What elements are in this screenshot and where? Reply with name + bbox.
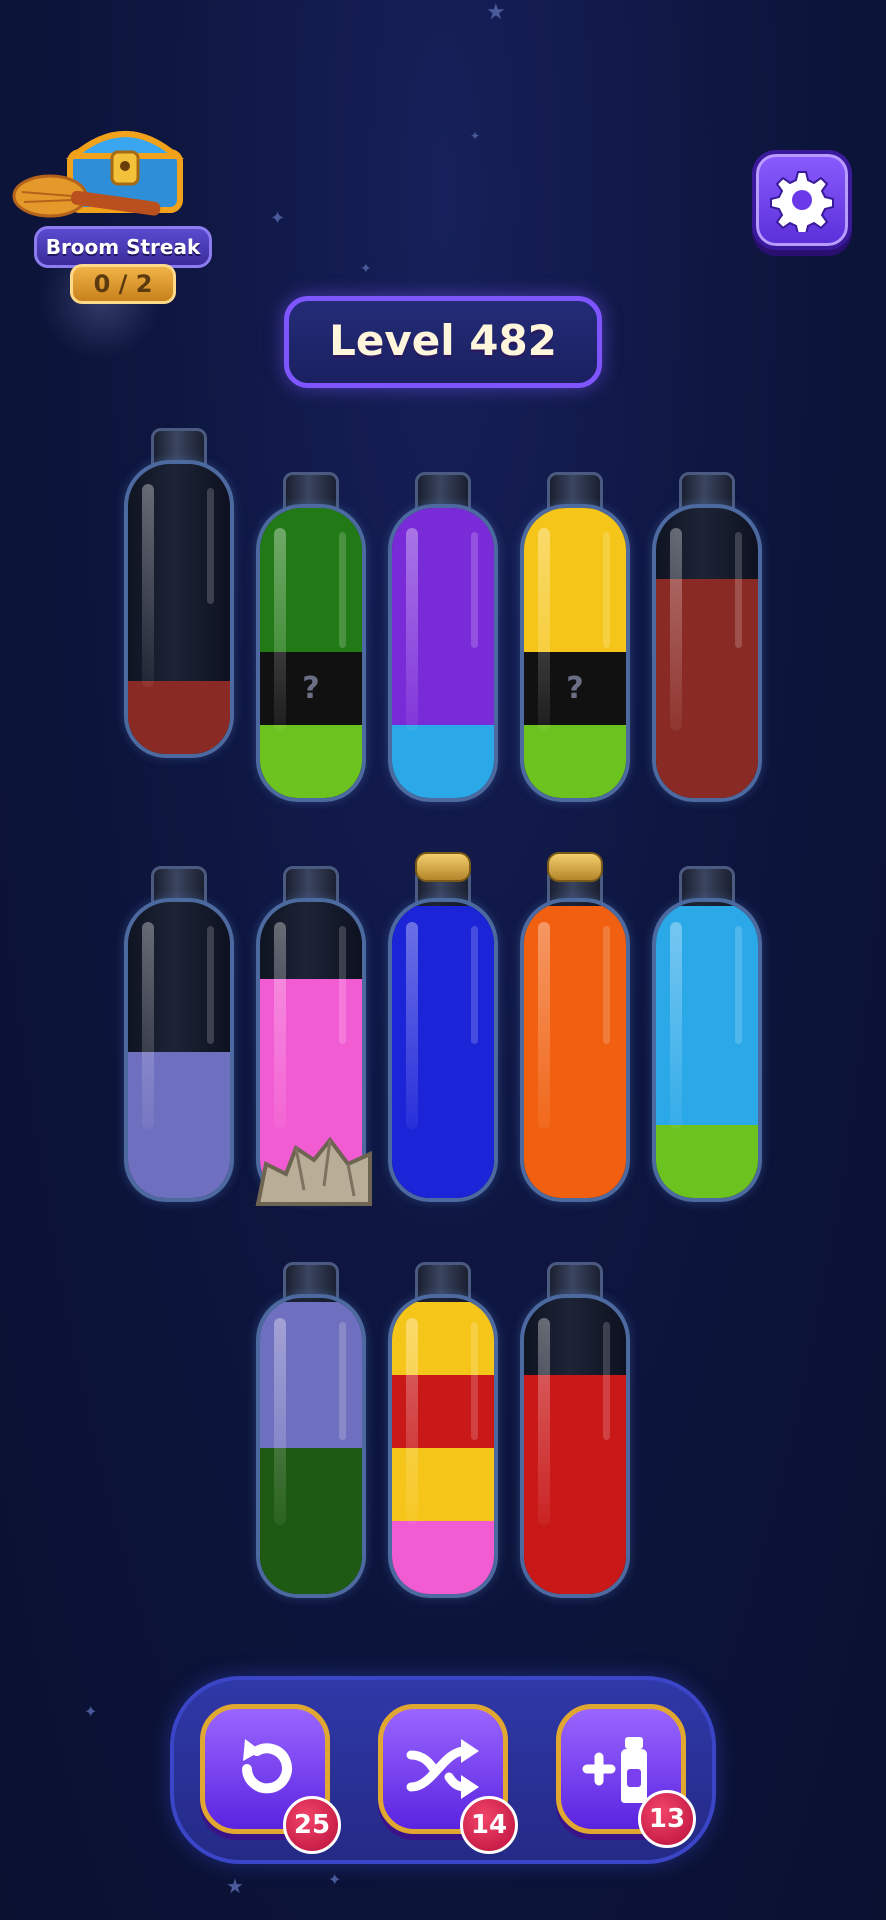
undo-count-badge: 25 xyxy=(283,1796,341,1854)
glass-highlight xyxy=(471,926,478,1045)
tube-body xyxy=(388,1294,498,1598)
glass-highlight xyxy=(538,1318,550,1526)
liquid xyxy=(128,681,230,754)
tube-body xyxy=(388,504,498,802)
tube-body xyxy=(520,898,630,1202)
glass-highlight xyxy=(142,922,154,1130)
undo-icon xyxy=(242,1739,292,1794)
glass-highlight xyxy=(670,922,682,1130)
star-decoration: ✦ xyxy=(360,261,372,277)
broom-streak[interactable]: Broom Streak 0 / 2 xyxy=(12,118,212,358)
glass-highlight xyxy=(735,532,742,648)
tube-body xyxy=(124,460,234,758)
glass-highlight xyxy=(274,528,286,731)
liquid-layer xyxy=(524,1521,626,1594)
glass-highlight xyxy=(274,1318,286,1526)
glass-highlight xyxy=(339,926,346,1045)
shuffle-icon xyxy=(406,1739,479,1799)
star-decoration: ✦ xyxy=(270,208,286,229)
liquid-layer xyxy=(128,681,230,754)
liquid-layer xyxy=(392,725,494,798)
glass-highlight xyxy=(670,528,682,731)
star-decoration: ✦ xyxy=(470,129,481,143)
gear-icon xyxy=(770,171,834,232)
glass-highlight xyxy=(471,532,478,648)
glass-highlight xyxy=(538,922,550,1130)
glass-highlight xyxy=(207,926,214,1045)
glass-highlight xyxy=(471,1322,478,1441)
tube[interactable] xyxy=(652,866,762,1202)
tube-body: ? xyxy=(256,504,366,802)
glass-highlight xyxy=(603,1322,610,1441)
star-decoration: ✦ xyxy=(84,1702,98,1721)
liquid-layer xyxy=(260,725,362,798)
tube[interactable]: ? xyxy=(520,472,630,802)
liquid-layer xyxy=(656,1125,758,1198)
broom-icon xyxy=(12,174,161,218)
tube-body xyxy=(256,1294,366,1598)
glass-highlight xyxy=(406,528,418,731)
cork-cap xyxy=(547,852,603,882)
tube[interactable] xyxy=(520,1262,630,1598)
glass-highlight xyxy=(603,926,610,1045)
star-decoration: ★ xyxy=(486,0,506,25)
liquid-layer xyxy=(260,1521,362,1594)
glass-highlight xyxy=(207,488,214,604)
glass-highlight xyxy=(603,532,610,648)
star-decoration: ★ xyxy=(226,1874,244,1898)
tube[interactable] xyxy=(388,1262,498,1598)
tube-body xyxy=(652,504,762,802)
tube-body xyxy=(388,898,498,1202)
tube[interactable] xyxy=(388,852,498,1202)
glass-highlight xyxy=(339,1322,346,1441)
rock-obstacle-icon xyxy=(255,1136,372,1206)
level-indicator: Level 482 xyxy=(284,296,602,388)
settings-button[interactable] xyxy=(752,150,852,250)
liquid-layer xyxy=(392,1125,494,1198)
liquid-layer xyxy=(524,725,626,798)
tube-body xyxy=(652,898,762,1202)
liquid-layer xyxy=(392,1521,494,1594)
tube[interactable]: ? xyxy=(256,472,366,802)
tube[interactable] xyxy=(256,1262,366,1598)
game-screen: ★ ✦ ✦ ✦ ✦ ★ ✦ Broom Streak 0 / 2 Level 4… xyxy=(0,0,886,1920)
tube[interactable] xyxy=(520,852,630,1202)
add-tube-count-badge: 13 xyxy=(638,1790,696,1848)
tube[interactable] xyxy=(124,866,234,1202)
glass-highlight xyxy=(735,926,742,1045)
star-decoration: ✦ xyxy=(328,1870,342,1889)
glass-highlight xyxy=(274,922,286,1130)
tube-body xyxy=(520,1294,630,1598)
liquid-layer xyxy=(128,1125,230,1198)
tube-body: ? xyxy=(520,504,630,802)
streak-label: Broom Streak xyxy=(34,226,212,268)
cork-cap xyxy=(415,852,471,882)
glass-highlight xyxy=(339,532,346,648)
tube[interactable] xyxy=(124,428,234,758)
tube[interactable] xyxy=(652,472,762,802)
glass-highlight xyxy=(406,922,418,1130)
tube-body xyxy=(124,898,234,1202)
glass-highlight xyxy=(406,1318,418,1526)
liquid-layer xyxy=(656,725,758,798)
glass-highlight xyxy=(142,484,154,687)
glass-highlight xyxy=(538,528,550,731)
tube[interactable] xyxy=(388,472,498,802)
shuffle-count-badge: 14 xyxy=(460,1796,518,1854)
liquid-layer xyxy=(524,1125,626,1198)
streak-progress: 0 / 2 xyxy=(70,264,176,304)
